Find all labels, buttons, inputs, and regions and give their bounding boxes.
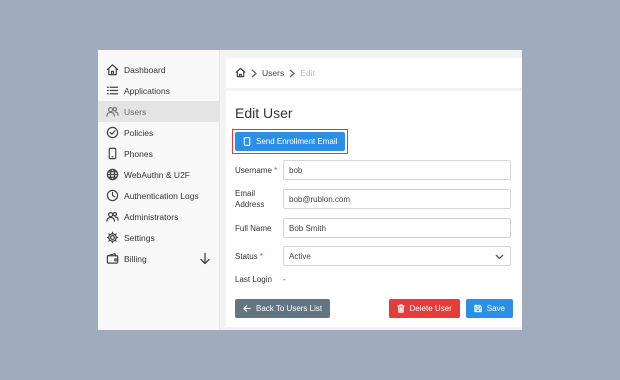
sidebar-item-authentication-logs[interactable]: Authentication Logs — [98, 185, 219, 206]
status-row: Status * Active — [235, 246, 513, 266]
chevron-down-icon — [495, 252, 504, 263]
app-window: Dashboard Applications Users Policies Ph… — [98, 50, 522, 330]
clock-icon — [106, 189, 119, 202]
breadcrumb-current: Edit — [300, 68, 315, 78]
sidebar-item-label: Dashboard — [124, 64, 166, 75]
sidebar-item-administrators[interactable]: Administrators — [98, 206, 219, 227]
sidebar-item-label: Policies — [124, 127, 154, 138]
sidebar-item-label: Applications — [124, 85, 170, 96]
trash-icon — [396, 304, 405, 313]
arrow-down-icon[interactable] — [199, 252, 211, 265]
username-field[interactable]: bob — [283, 160, 511, 180]
sidebar-item-policies[interactable]: Policies — [98, 122, 219, 143]
back-to-users-list-button[interactable]: Back To Users List — [235, 299, 331, 318]
username-row: Username * bob — [235, 160, 513, 180]
sidebar-item-billing[interactable]: Billing — [98, 248, 219, 269]
username-label: Username * — [235, 165, 278, 175]
send-enrollment-email-button[interactable]: Send Enrollment Email — [235, 132, 346, 151]
lastlogin-row: Last Login - — [235, 274, 513, 285]
sidebar-item-webauthn[interactable]: WebAuthn & U2F — [98, 164, 219, 185]
arrow-left-icon — [243, 305, 251, 312]
fullname-row: Full Name Bob Smith — [235, 218, 513, 238]
fullname-field[interactable]: Bob Smith — [283, 218, 511, 238]
sidebar: Dashboard Applications Users Policies Ph… — [98, 50, 220, 330]
sidebar-item-applications[interactable]: Applications — [98, 80, 219, 101]
gear-icon — [106, 231, 119, 244]
sidebar-item-users[interactable]: Users — [98, 101, 219, 122]
status-label: Status * — [235, 251, 264, 261]
chevron-right-icon — [251, 69, 257, 78]
globe-icon — [106, 168, 119, 181]
check-circle-icon — [106, 126, 119, 139]
save-button[interactable]: Save — [465, 299, 513, 318]
home-icon — [106, 63, 119, 76]
phone-icon — [243, 137, 251, 146]
page-title: Edit User — [235, 105, 293, 121]
lastlogin-value: - — [283, 275, 286, 284]
status-select[interactable]: Active — [283, 246, 511, 266]
users-icon — [106, 105, 119, 118]
main-content: Users Edit Edit User Send Enrollment Ema… — [220, 50, 522, 330]
sidebar-item-label: Authentication Logs — [124, 190, 199, 201]
email-field[interactable]: bob@rublon.com — [283, 189, 511, 209]
floppy-icon — [474, 304, 482, 313]
email-row: Email Address bob@rublon.com — [235, 188, 513, 210]
sidebar-item-label: Settings — [124, 232, 155, 243]
sidebar-item-label: Billing — [124, 253, 147, 264]
sidebar-item-label: Phones — [124, 148, 153, 159]
lastlogin-label: Last Login — [235, 275, 272, 284]
sidebar-item-phones[interactable]: Phones — [98, 143, 219, 164]
breadcrumb: Users Edit — [226, 58, 522, 88]
breadcrumb-users-link[interactable]: Users — [262, 68, 284, 78]
home-icon[interactable] — [235, 67, 246, 80]
edit-user-card: Edit User Send Enrollment Email Username… — [226, 91, 522, 327]
fullname-label: Full Name — [235, 223, 272, 233]
sidebar-item-label: Users — [124, 106, 147, 117]
form-actions: Back To Users List Delete User Save — [235, 299, 513, 318]
chevron-right-icon — [289, 69, 296, 78]
user-form: Username * bob Email Address bob@rublon.c… — [235, 160, 513, 285]
delete-user-button[interactable]: Delete User — [388, 299, 460, 318]
sidebar-item-label: Administrators — [124, 211, 179, 222]
phone-icon — [106, 147, 119, 160]
sidebar-item-dashboard[interactable]: Dashboard — [98, 59, 219, 80]
wallet-icon — [106, 252, 119, 265]
highlight-box: Send Enrollment Email — [232, 129, 349, 154]
sidebar-item-settings[interactable]: Settings — [98, 227, 219, 248]
sidebar-item-label: WebAuthn & U2F — [124, 169, 190, 180]
admin-users-icon — [106, 210, 119, 223]
email-label: Email Address — [235, 189, 265, 209]
list-icon — [106, 84, 119, 97]
